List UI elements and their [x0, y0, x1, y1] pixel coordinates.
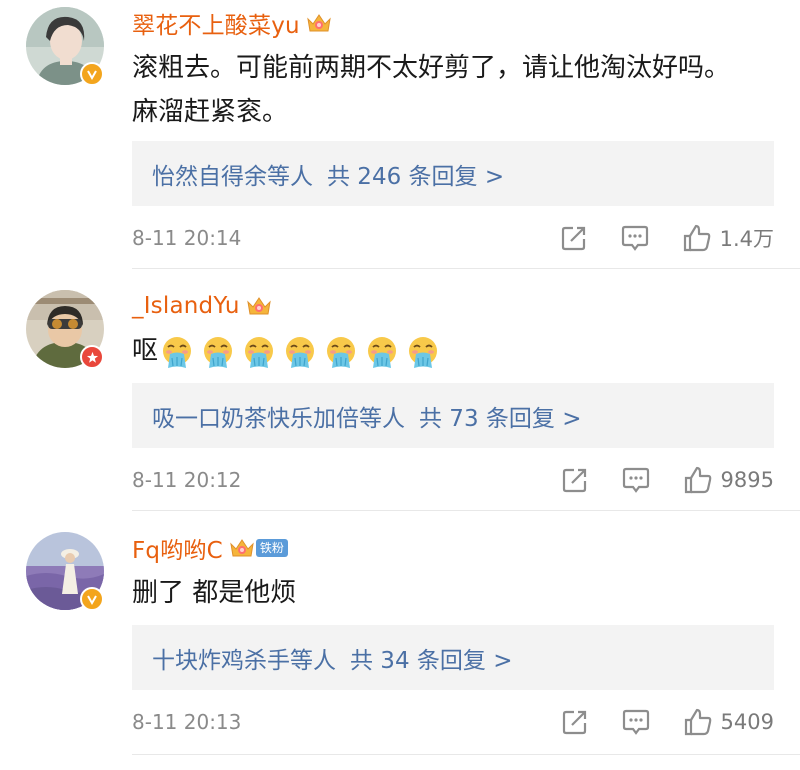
reply-button[interactable] — [620, 224, 650, 252]
verified-badge — [80, 62, 104, 86]
reply-summary[interactable]: 十块炸鸡杀手 等人 共 34 条回复 > — [132, 625, 774, 690]
comment-time: 8-11 20:13 — [132, 710, 242, 734]
emoji-row — [160, 335, 447, 369]
vomit-emoji — [163, 336, 192, 368]
comment-text-row: 呕 — [132, 329, 752, 373]
reply-deng: 等人 — [359, 405, 405, 432]
comment-text: 滚粗去。可能前两期不太好剪了，请让他淘汰好吗。麻溜赶紧衮。 — [132, 53, 731, 127]
reply-total-link[interactable]: 共 246 条回复 > — [327, 157, 504, 191]
verified-badge — [80, 587, 104, 611]
vomit-emoji — [286, 336, 315, 368]
vomit-emoji — [327, 336, 356, 368]
username-row: 翠花不上酸菜yu — [132, 6, 332, 40]
meta-row: 8-11 20:13 5409 — [132, 702, 774, 742]
comment-text: 呕 — [132, 336, 159, 366]
thumbs-up-icon — [683, 224, 710, 252]
like-count: 1.4万 — [719, 227, 774, 251]
crown-icon — [246, 297, 271, 315]
crown-icon — [307, 14, 331, 32]
divider — [132, 754, 800, 755]
comment-item: 翠花不上酸菜yu 滚粗去。可能前两期不太好剪了，请让他淘汰好吗。麻溜赶紧衮。 怡… — [0, 0, 800, 268]
comment-item: Fq哟哟C 铁粉 删了 都是他烦 十块炸鸡杀手 等人 共 34 条回复 > 8-1… — [0, 511, 800, 756]
like-count: 5409 — [720, 710, 774, 734]
share-button[interactable] — [560, 224, 588, 252]
vomit-emoji — [204, 336, 233, 368]
meta-row: 8-11 20:14 1.4万 — [132, 218, 774, 258]
reply-button[interactable] — [621, 708, 651, 736]
fan-tag: 铁粉 — [255, 539, 288, 557]
username[interactable]: Fq哟哟C — [132, 531, 223, 565]
comment-time: 8-11 20:12 — [132, 468, 242, 492]
thumbs-up-icon — [684, 708, 711, 736]
reply-summary[interactable]: 怡然自得余 等人 共 246 条回复 > — [132, 141, 774, 206]
comment-icon — [622, 709, 649, 735]
like-button[interactable]: 5409 — [683, 707, 774, 737]
reply-total-link[interactable]: 共 34 条回复 > — [350, 641, 512, 675]
vomit-emoji — [409, 336, 438, 368]
share-button[interactable] — [561, 708, 589, 736]
reply-summary[interactable]: 吸一口奶茶快乐加倍 等人 共 73 条回复 > — [132, 383, 774, 448]
comment-icon — [621, 225, 648, 251]
reply-button[interactable] — [621, 466, 651, 494]
vomit-emoji — [245, 336, 274, 368]
reply-names[interactable]: 十块炸鸡杀手 — [152, 641, 290, 675]
comment-item: _IslandYu 呕 吸一口奶茶快乐加倍 等人 共 73 条回复 > 8-11 … — [0, 269, 800, 510]
meta-row: 8-11 20:12 9895 — [132, 460, 774, 500]
crown-icon — [230, 539, 254, 557]
reply-names[interactable]: 吸一口奶茶快乐加倍 — [152, 399, 359, 433]
like-count: 9895 — [720, 468, 774, 492]
like-button[interactable]: 9895 — [683, 465, 774, 495]
username-row: Fq哟哟C 铁粉 — [132, 531, 288, 565]
username[interactable]: 翠花不上酸菜yu — [132, 6, 300, 40]
thumbs-up-icon — [684, 466, 711, 494]
comment-icon — [622, 467, 649, 493]
share-button[interactable] — [561, 466, 589, 494]
reply-names[interactable]: 怡然自得余 — [152, 157, 267, 191]
vomit-emoji — [368, 336, 397, 368]
username-row: _IslandYu — [132, 289, 272, 323]
share-icon — [562, 710, 586, 735]
share-icon — [561, 226, 585, 251]
star-badge — [80, 345, 104, 369]
share-icon — [562, 468, 586, 493]
comment-text: 删了 都是他烦 — [132, 578, 297, 608]
like-button[interactable]: 1.4万 — [682, 223, 774, 253]
comment-time: 8-11 20:14 — [132, 226, 242, 250]
reply-deng: 等人 — [267, 163, 313, 190]
reply-deng: 等人 — [290, 647, 336, 674]
username[interactable]: _IslandYu — [132, 293, 240, 319]
reply-total-link[interactable]: 共 73 条回复 > — [419, 399, 581, 433]
